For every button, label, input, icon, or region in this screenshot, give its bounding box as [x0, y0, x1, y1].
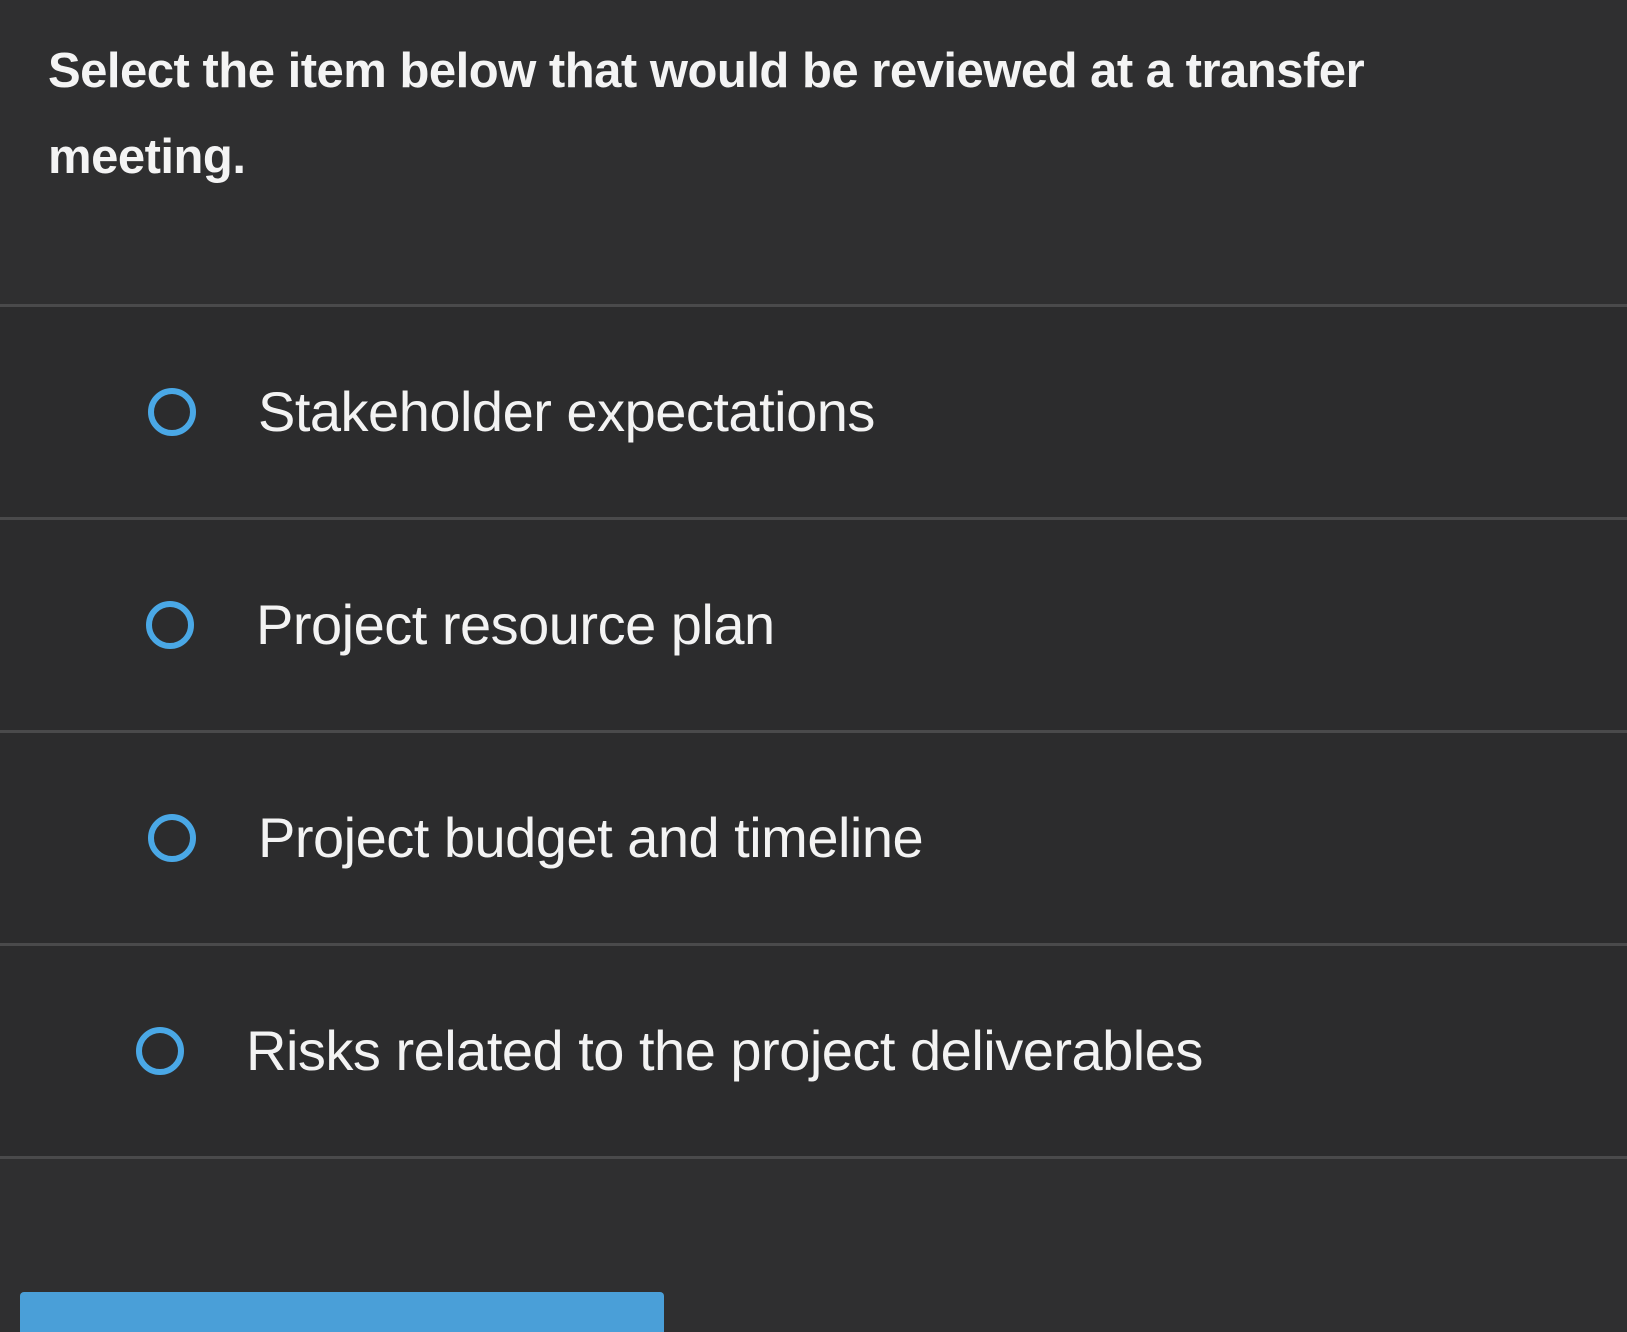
- option-project-resource-plan[interactable]: Project resource plan: [0, 520, 1627, 730]
- option-risks-related-to-deliverables[interactable]: Risks related to the project deliverable…: [0, 946, 1627, 1156]
- answer-options: Stakeholder expectations Project resourc…: [0, 304, 1627, 1159]
- question-text: Select the item below that would be revi…: [48, 44, 1365, 184]
- submit-button[interactable]: [20, 1292, 664, 1332]
- option-label: Project budget and timeline: [258, 806, 924, 869]
- option-project-budget-and-timeline[interactable]: Project budget and timeline: [0, 733, 1627, 943]
- divider: [0, 1156, 1627, 1159]
- radio-button[interactable]: [146, 601, 194, 649]
- option-label: Project resource plan: [256, 593, 775, 656]
- option-label: Risks related to the project deliverable…: [246, 1019, 1203, 1082]
- option-label: Stakeholder expectations: [258, 380, 875, 443]
- radio-button[interactable]: [148, 814, 196, 862]
- option-stakeholder-expectations[interactable]: Stakeholder expectations: [0, 307, 1627, 517]
- radio-button[interactable]: [148, 388, 196, 436]
- radio-button[interactable]: [136, 1027, 184, 1075]
